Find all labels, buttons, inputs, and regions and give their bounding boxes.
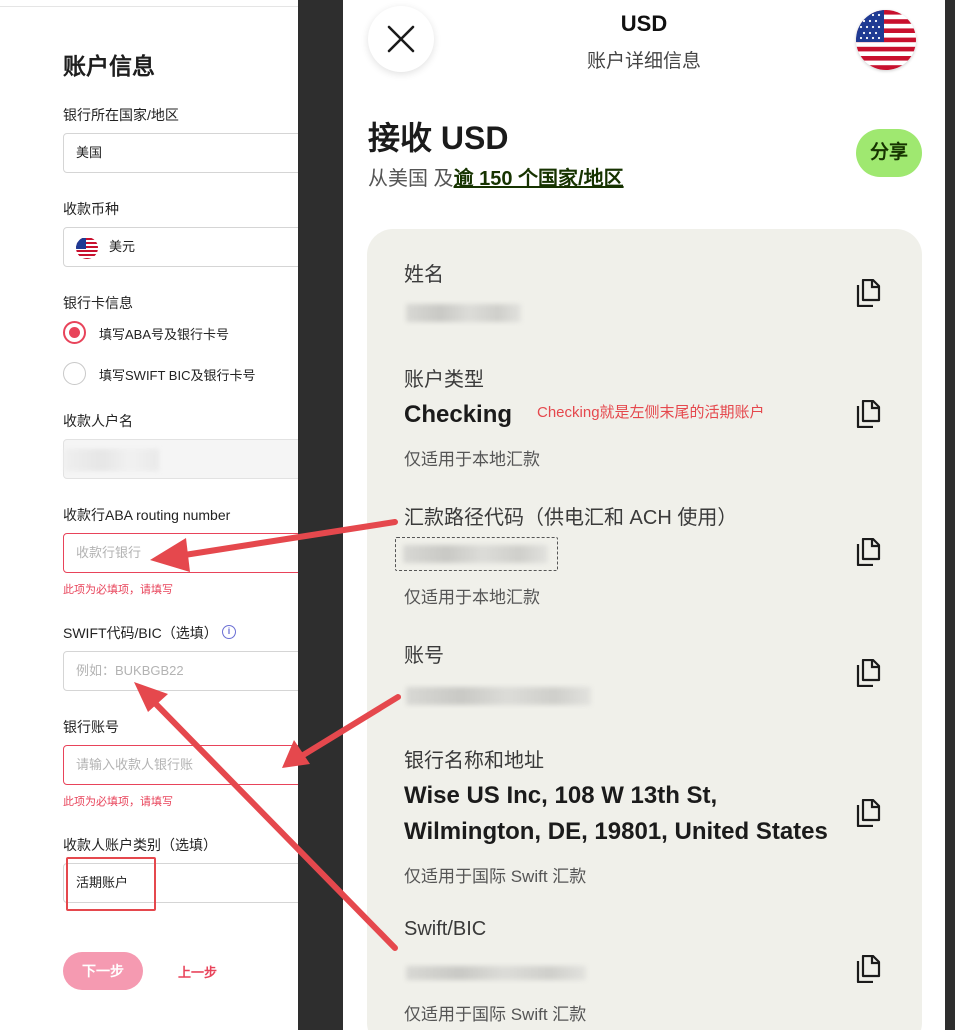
payee-name-input[interactable] — [63, 439, 300, 479]
aba-label: 收款行ABA routing number — [63, 507, 231, 523]
radio-aba-label[interactable]: 填写ABA号及银行卡号 — [99, 324, 229, 343]
aba-input[interactable]: 收款行银行 — [63, 533, 300, 573]
swift-input[interactable]: 例如：BUKBGB22 — [63, 651, 300, 691]
routing-highlight — [395, 537, 558, 571]
copy-icon[interactable] — [855, 279, 881, 307]
next-button[interactable]: 下一步 — [63, 952, 143, 990]
name-label: 姓名 — [404, 264, 444, 286]
account-number-input[interactable]: 请输入收款人银行账 — [63, 745, 300, 785]
routing-label: 汇款路径代码（供电汇和 ACH 使用） — [404, 507, 738, 529]
copy-icon[interactable] — [855, 659, 881, 687]
redacted-swift — [406, 966, 586, 980]
redacted-value — [64, 449, 159, 471]
copy-icon[interactable] — [855, 955, 881, 983]
share-button[interactable]: 分享 — [856, 129, 922, 177]
copy-icon[interactable] — [855, 400, 881, 428]
panel-separator — [298, 0, 343, 1030]
right-edge — [945, 0, 955, 1030]
account-type-value: Checking — [404, 401, 513, 428]
country-select[interactable]: 美国 — [63, 133, 300, 173]
intl-note-2: 仅适用于国际 Swift 汇款 — [404, 1005, 587, 1024]
account-type-label: 收款人账户类别（选填） — [63, 837, 217, 853]
copy-icon[interactable] — [855, 799, 881, 827]
header-currency: USD — [620, 11, 668, 36]
receive-subtitle: 从美国 及逾 150 个国家/地区 — [368, 162, 624, 191]
account-number-error: 此项为必填项，请填写 — [63, 796, 173, 808]
local-note-2: 仅适用于本地汇款 — [404, 588, 540, 607]
account-number-label: 银行账号 — [63, 719, 119, 735]
top-divider — [0, 6, 300, 7]
info-icon[interactable]: i — [222, 625, 236, 639]
prev-button[interactable]: 上一步 — [178, 962, 217, 981]
from-prefix: 从美国 及 — [368, 168, 454, 190]
account-details-panel: USD 账户详细信息 接收 USD 从美国 及逾 150 个国家/地区 分享 姓… — [343, 0, 945, 1030]
header-subtitle: 账户详细信息 — [586, 51, 701, 72]
us-flag-icon — [76, 237, 98, 259]
radio-aba[interactable] — [63, 321, 86, 344]
details-card — [367, 229, 922, 1030]
swift-label: Swift/BIC — [404, 918, 487, 940]
receive-title: 接收 USD — [368, 120, 509, 156]
copy-icon[interactable] — [855, 538, 881, 566]
currency-label: 收款币种 — [63, 201, 119, 217]
us-flag-icon — [856, 10, 916, 70]
account-form-panel: 账户信息 银行所在国家/地区 美国 收款币种 美元 银行卡信息 填写ABA号及银… — [0, 0, 300, 1030]
bank-card-label: 银行卡信息 — [63, 295, 133, 311]
local-note: 仅适用于本地汇款 — [404, 450, 540, 469]
annotation-text: Checking就是左侧末尾的活期账户 — [537, 404, 765, 421]
bank-name-label: 银行名称和地址 — [404, 750, 544, 772]
account-type-label: 账户类型 — [404, 369, 484, 391]
form-title: 账户信息 — [63, 53, 155, 79]
highlight-box — [66, 857, 156, 911]
aba-error: 此项为必填项，请填写 — [63, 584, 173, 596]
bank-address-line2: Wilmington, DE, 19801, United States — [404, 818, 828, 845]
swift-label: SWIFT代码/BIC（选填） — [63, 625, 218, 641]
bank-address-line1: Wise US Inc, 108 W 13th St, — [404, 782, 718, 809]
countries-link[interactable]: 逾 150 个国家/地区 — [454, 168, 624, 190]
currency-select[interactable]: 美元 — [63, 227, 300, 267]
redacted-name — [406, 304, 521, 322]
payee-name-label: 收款人户名 — [63, 413, 133, 429]
intl-note: 仅适用于国际 Swift 汇款 — [404, 867, 587, 886]
account-number-label: 账号 — [404, 645, 444, 667]
radio-swift[interactable] — [63, 362, 86, 385]
radio-swift-label[interactable]: 填写SWIFT BIC及银行卡号 — [99, 365, 255, 384]
currency-value: 美元 — [109, 239, 136, 254]
redacted-account-number — [406, 687, 591, 705]
country-label: 银行所在国家/地区 — [63, 107, 179, 123]
